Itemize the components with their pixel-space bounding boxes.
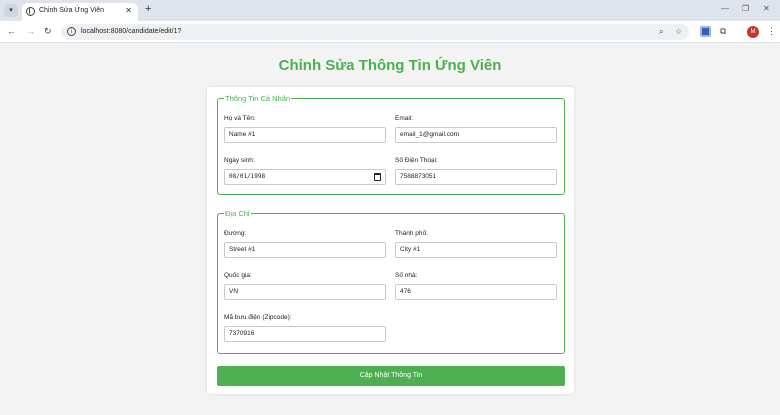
address-legend: Địa Chỉ xyxy=(225,209,250,218)
info-icon[interactable]: i xyxy=(67,27,76,36)
close-window-icon[interactable]: ✕ xyxy=(763,4,770,13)
dob-date-input[interactable]: 08/01/1998 xyxy=(224,169,386,185)
email-input[interactable]: email_1@gmail.com xyxy=(395,127,557,143)
phone-input[interactable]: 7588873051 xyxy=(395,169,557,185)
tab-search-button[interactable]: ▾ xyxy=(4,4,18,17)
country-label: Quốc gia: xyxy=(224,272,252,279)
dob-value: 08/01/1998 xyxy=(229,173,266,180)
zipcode-input[interactable]: 7370916 xyxy=(224,326,386,342)
house-number-input[interactable]: 476 xyxy=(395,284,557,300)
forward-icon[interactable]: → xyxy=(26,26,35,36)
profile-avatar[interactable]: M xyxy=(747,26,759,38)
browser-toolbar: ← → ↻ i localhost:8080/candidate/edit/1?… xyxy=(0,21,780,43)
city-group: Thành phố: City #1 xyxy=(395,230,557,258)
globe-icon xyxy=(26,7,35,16)
active-tab[interactable]: Chỉnh Sửa Ứng Viên ✕ xyxy=(22,3,138,21)
street-label: Đường: xyxy=(224,230,247,237)
zipcode-label: Mã bưu điện (Zipcode): xyxy=(224,314,292,321)
address-bar[interactable]: i localhost:8080/candidate/edit/1? ⌕ ☆ xyxy=(61,24,689,40)
tab-strip: ▾ Chỉnh Sửa Ứng Viên ✕ + — ❐ ✕ xyxy=(0,0,780,21)
edit-form-card: Thông Tin Cá Nhân Họ và Tên: Name #1 Ema… xyxy=(207,87,574,394)
menu-kebab-icon[interactable]: ⋮ xyxy=(767,26,776,37)
house-number-group: Số nhà: 476 xyxy=(395,272,557,300)
page-viewport: Chỉnh Sửa Thông Tin Ứng Viên Thông Tin C… xyxy=(0,43,780,415)
dob-label: Ngày sinh: xyxy=(224,157,255,164)
address-fieldset: Địa Chỉ Đường: Street #1 Thành phố: City… xyxy=(217,209,565,354)
country-input[interactable]: VN xyxy=(224,284,386,300)
new-tab-button[interactable]: + xyxy=(145,3,151,15)
phone-group: Số Điện Thoại: 7588873051 xyxy=(395,157,557,185)
back-icon[interactable]: ← xyxy=(7,26,16,36)
street-input[interactable]: Street #1 xyxy=(224,242,386,258)
restore-icon[interactable]: ❐ xyxy=(742,4,749,13)
house-number-label: Số nhà: xyxy=(395,272,418,279)
city-input[interactable]: City #1 xyxy=(395,242,557,258)
city-label: Thành phố: xyxy=(395,230,428,237)
email-label: Email: xyxy=(395,115,414,122)
street-group: Đường: Street #1 xyxy=(224,230,386,258)
minimize-icon[interactable]: — xyxy=(721,4,729,13)
calendar-icon[interactable] xyxy=(374,173,381,181)
email-group: Email: email_1@gmail.com xyxy=(395,115,557,143)
phone-label: Số Điện Thoại: xyxy=(395,157,438,164)
zipcode-group: Mã bưu điện (Zipcode): 7370916 xyxy=(224,314,386,342)
personal-info-legend: Thông Tin Cá Nhân xyxy=(225,94,291,103)
close-tab-icon[interactable]: ✕ xyxy=(125,6,132,15)
update-button[interactable]: Cập Nhật Thông Tin xyxy=(217,366,565,386)
zoom-icon[interactable]: ⌕ xyxy=(659,27,663,37)
tab-title: Chỉnh Sửa Ứng Viên xyxy=(39,7,105,14)
personal-info-fieldset: Thông Tin Cá Nhân Họ và Tên: Name #1 Ema… xyxy=(217,94,565,195)
extension-app-icon[interactable] xyxy=(700,26,711,37)
extensions-puzzle-icon[interactable]: ⧉ xyxy=(720,26,726,37)
country-group: Quốc gia: VN xyxy=(224,272,386,300)
page-title: Chỉnh Sửa Thông Tin Ứng Viên xyxy=(278,57,502,74)
fullname-group: Họ và Tên: Name #1 xyxy=(224,115,386,143)
dob-group: Ngày sinh: 08/01/1998 xyxy=(224,157,386,185)
bookmark-star-icon[interactable]: ☆ xyxy=(675,27,682,36)
fullname-label: Họ và Tên: xyxy=(224,115,256,122)
reload-icon[interactable]: ↻ xyxy=(44,26,52,37)
url-text: localhost:8080/candidate/edit/1? xyxy=(81,28,182,35)
fullname-input[interactable]: Name #1 xyxy=(224,127,386,143)
